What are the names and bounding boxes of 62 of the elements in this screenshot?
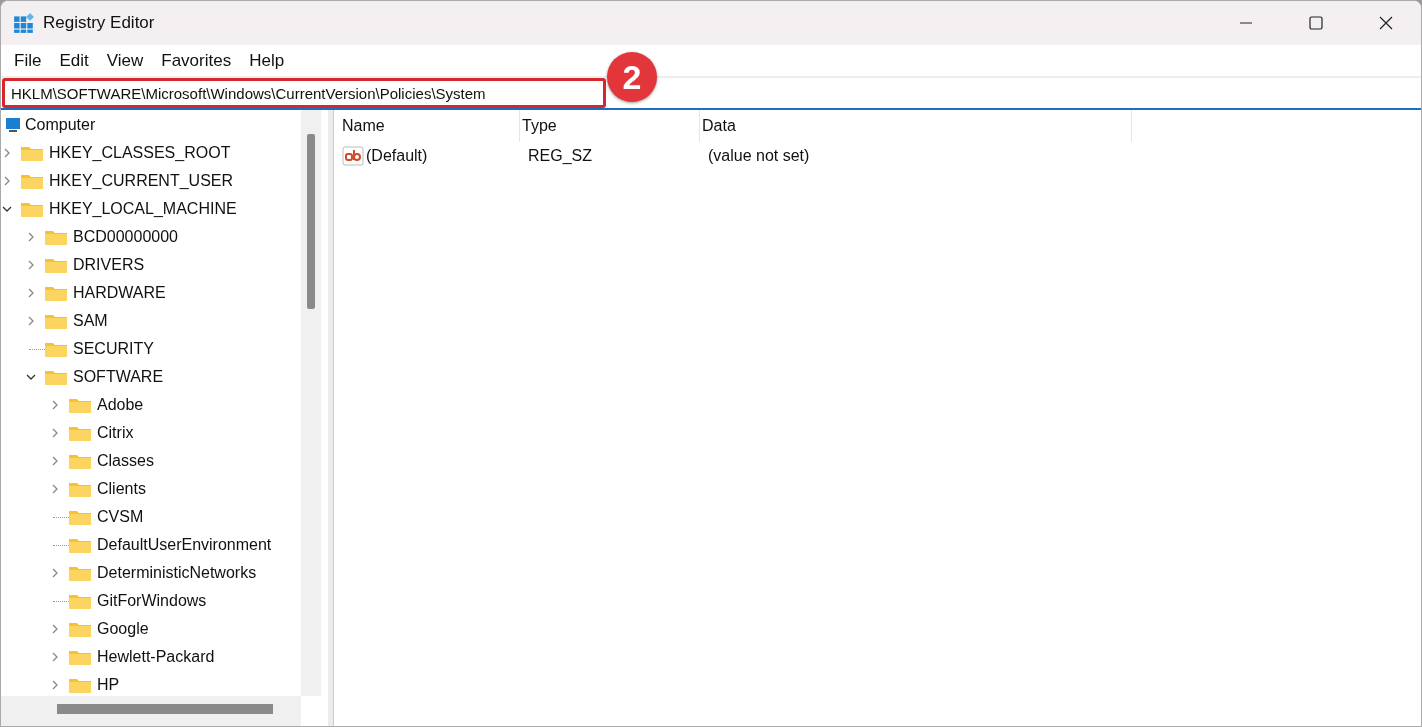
folder-icon: [69, 537, 91, 553]
tree-item[interactable]: HARDWARE: [73, 284, 166, 302]
tree-item[interactable]: HKEY_CURRENT_USER: [49, 172, 234, 190]
tree-item[interactable]: Google: [97, 620, 149, 638]
folder-icon: [21, 173, 43, 189]
value-name[interactable]: (Default): [366, 147, 428, 165]
folder-icon: [45, 313, 67, 329]
tree-item[interactable]: Clients: [97, 480, 146, 498]
computer-icon: [5, 117, 21, 133]
folder-icon: [69, 425, 91, 441]
horizontal-scrollbar[interactable]: [1, 696, 301, 726]
tree-item[interactable]: Hewlett-Packard: [97, 648, 215, 666]
column-header[interactable]: Data: [700, 110, 1132, 142]
menu-item[interactable]: Favorites: [152, 48, 241, 73]
tree-item[interactable]: Adobe: [97, 396, 144, 414]
tree-item[interactable]: DefaultUserEnvironment: [97, 536, 272, 554]
tree-item[interactable]: SECURITY: [73, 340, 154, 358]
tree-item[interactable]: BCD00000000: [73, 228, 178, 246]
folder-icon: [69, 565, 91, 581]
tree-item[interactable]: HKEY_CLASSES_ROOT: [49, 144, 231, 162]
tree-item[interactable]: SOFTWARE: [73, 368, 164, 386]
address-field[interactable]: HKLM\SOFTWARE\Microsoft\Windows\CurrentVersion\Policies\System: [2, 78, 606, 108]
tree-item[interactable]: HKEY_LOCAL_MACHINE: [49, 200, 237, 218]
folder-icon: [69, 621, 91, 637]
tree-item[interactable]: SAM: [73, 312, 108, 330]
menu-item[interactable]: File: [5, 48, 51, 73]
folder-icon: [21, 145, 43, 161]
folder-icon: [69, 481, 91, 497]
folder-icon: [21, 201, 43, 217]
column-header[interactable]: Name: [340, 110, 520, 142]
folder-icon: [45, 341, 67, 357]
tree-item[interactable]: CVSM: [97, 508, 144, 526]
folder-icon: [69, 509, 91, 525]
window-title: Registry Editor: [43, 13, 155, 33]
tree-item[interactable]: Citrix: [97, 424, 134, 442]
registry-cubes-icon: [13, 12, 35, 34]
value-type: REG_SZ: [528, 147, 592, 165]
folder-icon: [69, 677, 91, 693]
tree-item[interactable]: DeterministicNetworks: [97, 564, 257, 582]
column-header[interactable]: Type: [520, 110, 700, 142]
step-badge: 2: [607, 52, 657, 102]
folder-icon: [69, 397, 91, 413]
menu-item[interactable]: Help: [240, 48, 294, 73]
value-data: (value not set): [708, 147, 810, 165]
folder-icon: [45, 229, 67, 245]
folder-icon: [45, 285, 67, 301]
maximize-icon[interactable]: [1308, 15, 1324, 31]
tree-item[interactable]: DRIVERS: [73, 256, 145, 274]
folder-icon: [69, 649, 91, 665]
vertical-scrollbar[interactable]: [301, 110, 321, 696]
tree-item[interactable]: GitForWindows: [97, 592, 207, 610]
tree-item[interactable]: Computer: [25, 116, 96, 134]
folder-icon: [69, 593, 91, 609]
menu-item[interactable]: View: [97, 48, 153, 73]
tree-item[interactable]: HP: [97, 676, 120, 694]
string-value-icon: [342, 146, 364, 166]
folder-icon: [45, 369, 67, 385]
folder-icon: [69, 453, 91, 469]
menu-item[interactable]: Edit: [50, 48, 98, 73]
tree-item[interactable]: Classes: [97, 452, 154, 470]
close-icon[interactable]: [1378, 15, 1394, 31]
folder-icon: [45, 257, 67, 273]
